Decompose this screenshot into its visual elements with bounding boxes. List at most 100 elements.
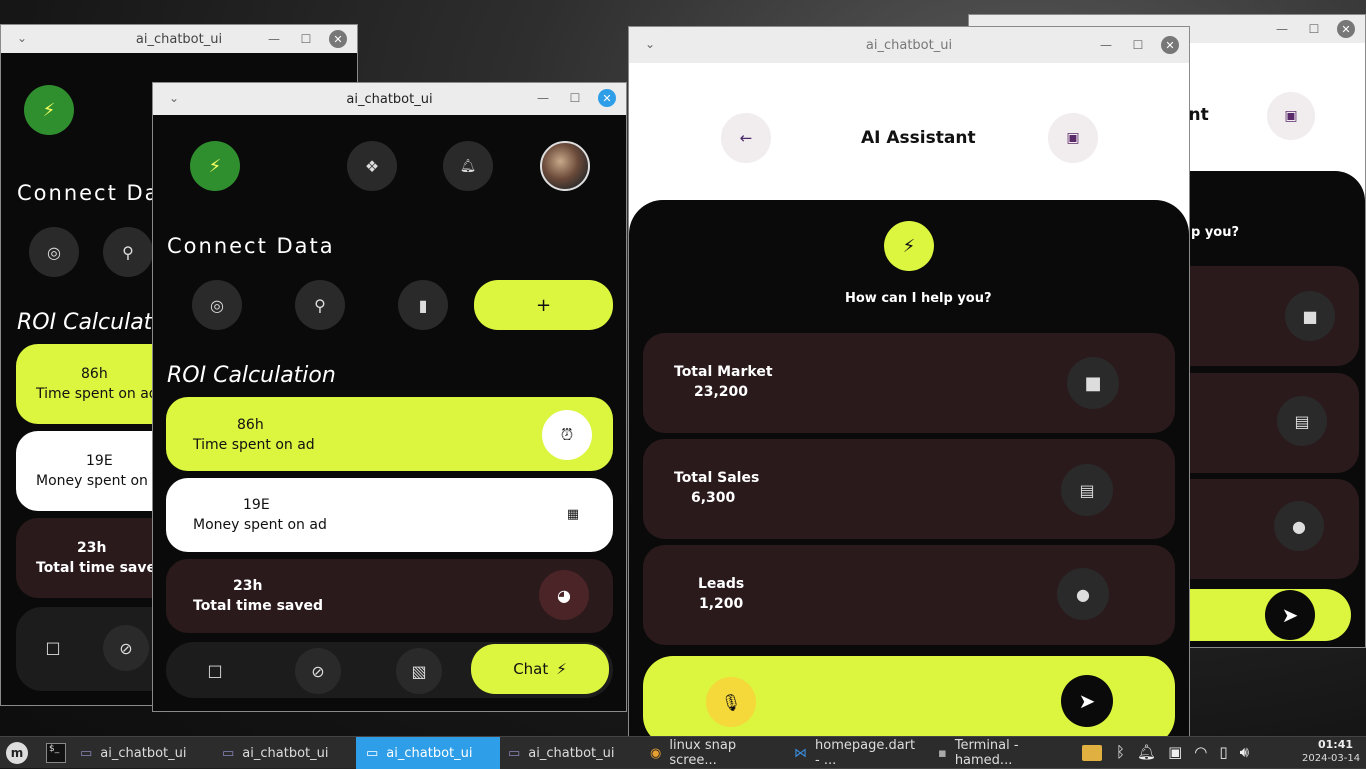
minimize-icon[interactable]: — [1097,36,1115,54]
header-title: AI Assistant [861,128,976,148]
maximize-icon[interactable]: ☐ [1305,20,1323,38]
terminal-launcher-icon[interactable]: $_ [46,743,66,763]
maximize-icon[interactable]: ☐ [297,30,315,48]
taskbar-item[interactable]: ▪ Terminal - hamed... [928,737,1078,769]
close-icon[interactable]: ✕ [1161,36,1179,54]
wallet-icon: ▤ [1061,464,1113,516]
close-icon[interactable]: ✕ [598,89,616,107]
archive-icon[interactable]: ▣ [1048,113,1098,163]
window-title: ai_chatbot_ui [865,37,953,53]
mic-icon[interactable]: 🎙︎ [706,677,756,727]
notification-bell-icon[interactable]: 🔔︎ [1137,743,1156,761]
bolt-logo-icon[interactable]: ⚡ [190,141,240,191]
close-icon[interactable]: ✕ [329,30,347,48]
clock-date[interactable]: 2024-03-14 [1302,753,1360,764]
chevron-down-icon[interactable]: ⌄ [17,31,27,45]
apps-icon[interactable]: ❖ [347,141,397,191]
analytics-icon[interactable]: ⊘ [103,625,149,671]
clock-time[interactable]: 01:41 [1318,738,1353,751]
titlebar: ⌄ ai_chatbot_ui — ☐ ✕ [629,27,1189,63]
taskbar-item-label: ai_chatbot_ui [100,745,187,761]
card-label: Time spent on ad [193,437,315,453]
bell-icon[interactable]: 🔔︎ [443,141,493,191]
taskbar-item[interactable]: ◉ linux snap scree... [640,737,784,769]
bolt-icon: ⚡ [556,660,567,678]
taskbar-item[interactable]: ▭ ai_chatbot_ui [70,737,214,769]
timelapse-icon[interactable]: ◕ [539,570,589,620]
card-label: Money spent on ad [36,473,170,489]
bolt-logo-icon[interactable]: ⚡ [24,85,74,135]
taskbar-item-label: homepage.dart - ... [815,738,916,768]
stat-value: 6,300 [691,490,736,506]
card-value: 23h [77,540,107,556]
taskbar-item-active[interactable]: ▭ ai_chatbot_ui [356,737,500,769]
archive-icon[interactable]: ▣ [1267,92,1315,140]
stat-value: 1,200 [699,596,744,612]
volume-icon[interactable]: 🔊︎ [1240,743,1249,761]
bolt-icon: ⚡ [884,221,934,271]
minimize-icon[interactable]: — [1273,20,1291,38]
close-icon[interactable]: ✕ [1337,20,1355,38]
taskbar: m $_ ▭ ai_chatbot_ui ▭ ai_chatbot_ui ▭ ai_c… [0,736,1366,769]
taskbar-item-label: linux snap scree... [669,738,737,768]
taskbar-item[interactable]: ⋈ homepage.dart - ... [784,737,928,769]
window-3: ⌄ ai_chatbot_ui — ☐ ✕ ← AI Assistant ▣ ⚡ H… [628,26,1190,738]
alarm-icon[interactable]: ⏰︎ [542,410,592,460]
money-icon[interactable]: ▦ [548,489,598,539]
account-icon: ● [1274,501,1324,551]
person-search-icon[interactable]: ⚲ [295,280,345,330]
maximize-icon[interactable]: ☐ [1129,36,1147,54]
bluetooth-icon[interactable]: ᛒ [1116,743,1125,761]
account-icon: ● [1057,568,1109,620]
card-value: 19E [86,453,113,469]
maximize-icon[interactable]: ☐ [566,89,584,107]
start-menu-icon[interactable]: m [6,742,28,764]
stat-label: Leads [698,576,745,592]
chevron-down-icon[interactable]: ⌄ [169,91,179,105]
photo-library-icon[interactable]: ▧ [396,648,442,694]
window-icon: ▭ [508,745,521,761]
folder-icon[interactable] [1082,745,1102,761]
minimize-icon[interactable]: — [534,89,552,107]
stat-label: Total Sales [674,470,760,486]
carousel-icon[interactable]: ▮ [398,280,448,330]
taskbar-item[interactable]: ▭ ai_chatbot_ui [498,737,642,769]
roi-card-money [166,478,613,552]
add-data-button[interactable]: + [474,280,613,330]
prompt-text: p you? [1191,225,1240,240]
clipboard-icon[interactable]: ▣ [1168,743,1182,761]
titlebar: ⌄ ai_chatbot_ui — ☐ ✕ [153,83,626,115]
taskbar-item-label: Terminal - hamed... [954,738,1019,768]
analytics-icon[interactable]: ⊘ [295,648,341,694]
minimize-icon[interactable]: — [265,30,283,48]
card-label: Money spent on ad [193,517,327,533]
back-arrow-icon[interactable]: ← [721,113,771,163]
globe-icon[interactable]: ◎ [29,227,79,277]
card-label: Time spent on ad [36,386,158,402]
wifi-icon[interactable]: ◠ [1194,743,1207,761]
chevron-down-icon[interactable]: ⌄ [645,37,655,51]
globe-icon[interactable]: ◎ [192,280,242,330]
send-icon[interactable]: ➤ [1061,675,1113,727]
card-value: 86h [237,417,264,433]
add-label: + [535,294,552,316]
taskbar-item-label: ai_chatbot_ui [386,745,473,761]
terminal-icon: ▪ [938,745,947,761]
stop-icon[interactable]: □ [31,625,75,669]
person-search-icon[interactable]: ⚲ [103,227,153,277]
window-icon: ▭ [222,745,235,761]
send-icon[interactable]: ➤ [1265,590,1315,640]
window-icon: ▭ [80,745,93,761]
stop-icon[interactable]: □ [193,648,237,692]
taskbar-item-label: ai_chatbot_ui [242,745,329,761]
avatar[interactable] [540,141,590,191]
chat-label: Chat [513,660,549,678]
battery-icon[interactable]: ▯ [1219,743,1227,761]
section-roi-title: ROI Calculation [167,363,336,388]
taskbar-item[interactable]: ▭ ai_chatbot_ui [212,737,356,769]
stat-label: Total Market [674,364,773,380]
titlebar: ⌄ ai_chatbot_ui — ☐ ✕ [1,25,357,53]
vscode-icon: ⋈ [794,745,807,761]
chat-button[interactable]: Chat ⚡ [471,644,609,694]
card-value: 23h [233,578,263,594]
